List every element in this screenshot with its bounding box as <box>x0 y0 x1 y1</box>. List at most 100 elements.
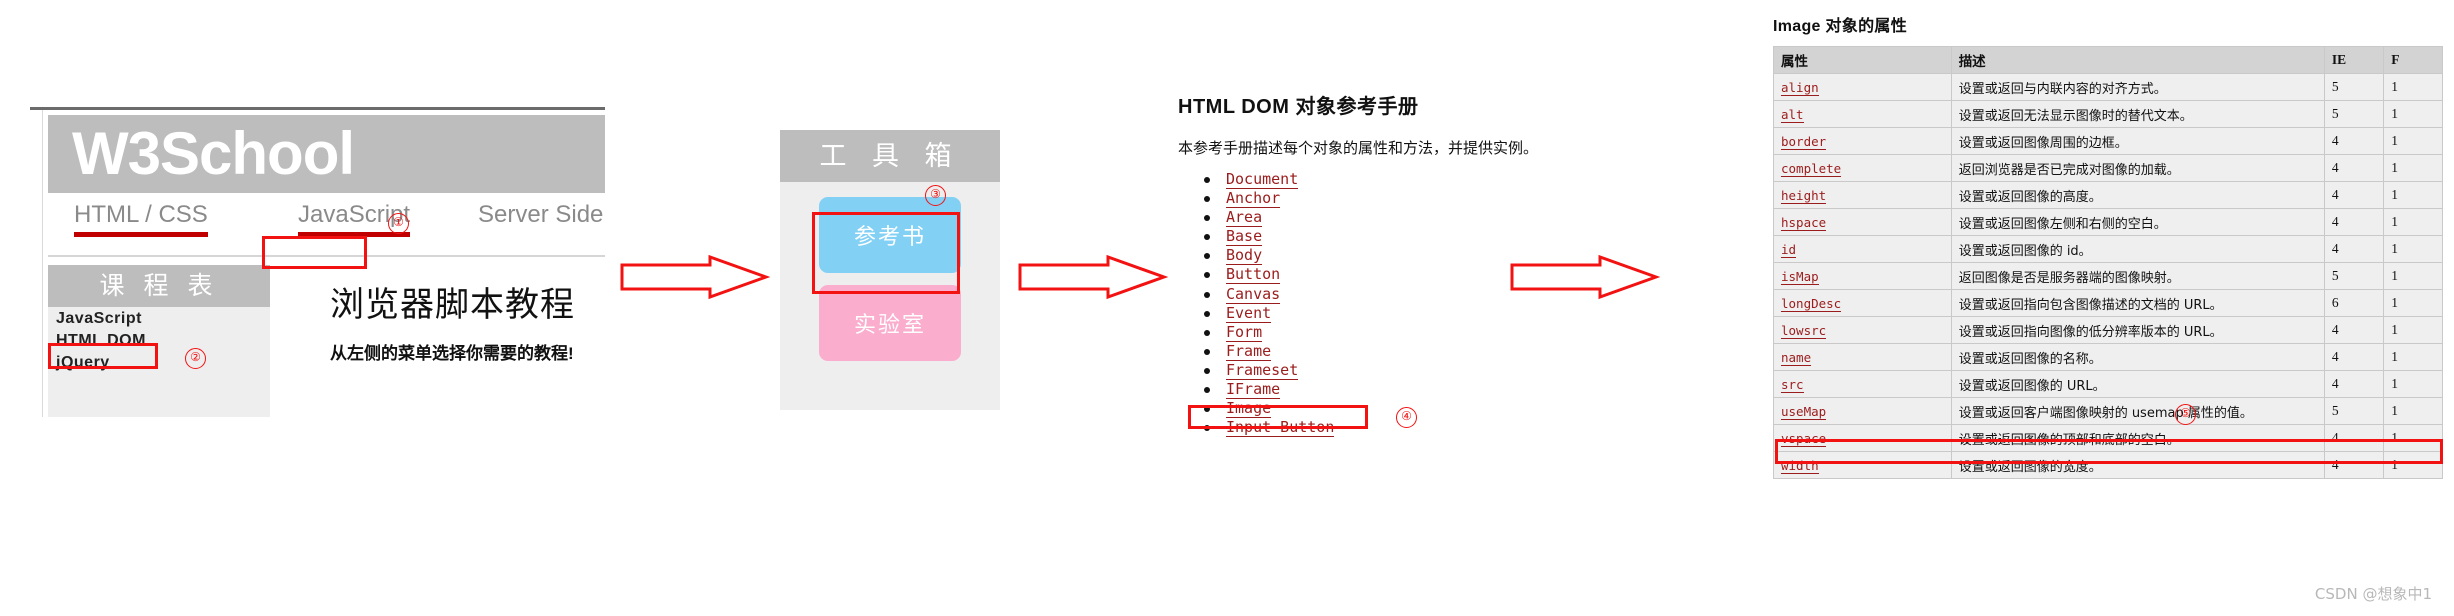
tutorial-subtitle: 从左侧的菜单选择你需要的教程! <box>330 344 574 363</box>
cell-f: 1 <box>2383 397 2443 425</box>
table-row: hspace 设置或返回图像左侧和右侧的空白。 4 1 <box>1773 208 2443 236</box>
table-body: align 设置或返回与内联内容的对齐方式。 5 1 alt 设置或返回无法显示图像时的替… <box>1773 73 2443 479</box>
attribute-link-border[interactable]: border <box>1781 133 1827 150</box>
arrow-to-toolbox <box>620 255 770 300</box>
cell-property: height <box>1773 181 1952 209</box>
attribute-link-complete[interactable]: complete <box>1781 160 1842 177</box>
dom-link-image: Image <box>1226 399 1272 419</box>
dom-link-frameset: Frameset <box>1226 360 1299 380</box>
dom-link-document: Document <box>1226 170 1299 189</box>
tab-html-css-label: HTML / CSS <box>74 201 208 228</box>
table-row: name 设置或返回图像的名称。 4 1 <box>1773 343 2443 371</box>
cell-f: 1 <box>2383 289 2443 317</box>
cell-description: 返回图像是否是服务器端的图像映射。 <box>1950 262 2325 290</box>
tab-server-side[interactable]: Server Side <box>478 201 603 241</box>
cell-ie: 4 <box>2323 181 2385 209</box>
marker-2: ② <box>185 348 206 369</box>
list-item[interactable]: Anchor <box>1200 189 1598 209</box>
table-row: alt 设置或返回无法显示图像时的替代文本。 5 1 <box>1773 100 2443 128</box>
cell-description: 设置或返回指向包含图像描述的文档的 URL。 <box>1950 289 2325 317</box>
cell-f: 1 <box>2383 343 2443 371</box>
cell-property: hspace <box>1773 208 1952 236</box>
attribute-link-id[interactable]: id <box>1781 241 1797 258</box>
cell-description: 设置或返回客户端图像映射的 usemap 属性的值。 <box>1950 397 2325 425</box>
toolbox-header: 工 具 箱 <box>780 130 1000 182</box>
table-row: src 设置或返回图像的 URL。 4 1 <box>1773 370 2443 398</box>
column-header-property: 属性 <box>1773 46 1952 74</box>
lab-button[interactable]: 实验室 <box>819 285 961 361</box>
cell-property: useMap <box>1773 397 1952 425</box>
cell-ie: 4 <box>2323 127 2385 155</box>
w3school-site-panel: W3School HTML / CSS JavaScript Server Si… <box>30 107 605 417</box>
cell-property: longDesc <box>1773 289 1952 317</box>
attribute-link-vspace[interactable]: vspace <box>1781 430 1827 447</box>
table-row: width 设置或返回图像的宽度。 4 1 <box>1773 451 2443 479</box>
attribute-link-hspace[interactable]: hspace <box>1781 214 1827 231</box>
cell-f: 1 <box>2383 424 2443 452</box>
attribute-link-width[interactable]: width <box>1781 457 1819 474</box>
reference-book-button[interactable]: 参考书 <box>819 197 961 273</box>
list-item[interactable]: Event <box>1200 303 1598 323</box>
cell-f: 1 <box>2383 73 2443 101</box>
attribute-link-longdesc[interactable]: longDesc <box>1781 295 1842 312</box>
marker-3: ③ <box>925 185 946 206</box>
arrow-to-dom-reference <box>1018 255 1168 300</box>
dom-reference-panel: HTML DOM 对象参考手册 本参考手册描述每个对象的属性和方法，并提供实例。… <box>1178 90 1598 438</box>
list-item[interactable]: Frameset <box>1200 360 1598 380</box>
cell-f: 1 <box>2383 181 2443 209</box>
table-row: isMap 返回图像是否是服务器端的图像映射。 5 1 <box>1773 262 2443 290</box>
list-item[interactable]: Base <box>1200 227 1598 247</box>
cell-description: 设置或返回图像周围的边框。 <box>1950 127 2325 155</box>
course-item-javascript[interactable]: JavaScript <box>48 307 270 329</box>
panel-top-border <box>30 107 605 110</box>
attribute-link-alt[interactable]: alt <box>1781 106 1804 123</box>
attribute-link-src[interactable]: src <box>1781 376 1804 393</box>
cell-ie: 4 <box>2323 370 2385 398</box>
cell-property: align <box>1773 73 1952 101</box>
dom-link-event: Event <box>1226 303 1272 323</box>
column-header-f: F <box>2383 46 2443 74</box>
list-item[interactable]: Area <box>1200 208 1598 228</box>
course-item-jquery[interactable]: jQuery <box>48 351 270 373</box>
table-row: vspace 设置或返回图像的顶部和底部的空白。 4 1 <box>1773 424 2443 452</box>
dom-link-area: Area <box>1226 208 1263 228</box>
course-item-html-dom[interactable]: HTML DOM <box>48 329 270 351</box>
tab-html-css-underline <box>74 232 208 237</box>
course-schedule-panel: 课 程 表 JavaScript HTML DOM jQuery <box>48 265 270 417</box>
attribute-link-align[interactable]: align <box>1781 79 1819 96</box>
cell-ie: 4 <box>2323 154 2385 182</box>
list-item[interactable]: Form <box>1200 322 1598 342</box>
list-item[interactable]: Frame <box>1200 341 1598 361</box>
tabbar-divider <box>48 255 605 257</box>
tutorial-title: 浏览器脚本教程 <box>330 286 575 324</box>
toolbox-panel: 工 具 箱 参考书 实验室 <box>780 130 1000 410</box>
cell-property: border <box>1773 127 1952 155</box>
attribute-link-height[interactable]: height <box>1781 187 1827 204</box>
marker-1: ① <box>388 213 409 234</box>
cell-ie: 5 <box>2323 73 2385 101</box>
dom-reference-title: HTML DOM 对象参考手册 <box>1178 96 1419 118</box>
attribute-link-ismap[interactable]: isMap <box>1781 268 1819 285</box>
tab-html-css[interactable]: HTML / CSS <box>74 201 208 241</box>
list-item[interactable]: Document <box>1200 170 1598 189</box>
dom-link-frame: Frame <box>1226 341 1272 361</box>
panel-left-rail <box>30 110 43 417</box>
attribute-link-usemap[interactable]: useMap <box>1781 403 1827 420</box>
dom-link-body: Body <box>1226 246 1263 266</box>
attribute-link-lowsrc[interactable]: lowsrc <box>1781 322 1827 339</box>
w3school-logo: W3School <box>48 115 605 193</box>
cell-description: 设置或返回图像的高度。 <box>1950 181 2325 209</box>
cell-ie: 5 <box>2323 397 2385 425</box>
marker-4: ④ <box>1396 407 1417 428</box>
cell-property: vspace <box>1773 424 1952 452</box>
dom-link-form: Form <box>1226 322 1263 342</box>
list-item[interactable]: IFrame <box>1200 380 1598 400</box>
dom-link-iframe: IFrame <box>1226 380 1281 400</box>
cell-f: 1 <box>2383 208 2443 236</box>
table-row: height 设置或返回图像的高度。 4 1 <box>1773 181 2443 209</box>
dom-link-input-button: Input Button <box>1226 418 1335 438</box>
attribute-link-name[interactable]: name <box>1781 349 1812 366</box>
cell-f: 1 <box>2383 262 2443 290</box>
cell-f: 1 <box>2383 235 2443 263</box>
dom-link-anchor: Anchor <box>1226 189 1281 209</box>
